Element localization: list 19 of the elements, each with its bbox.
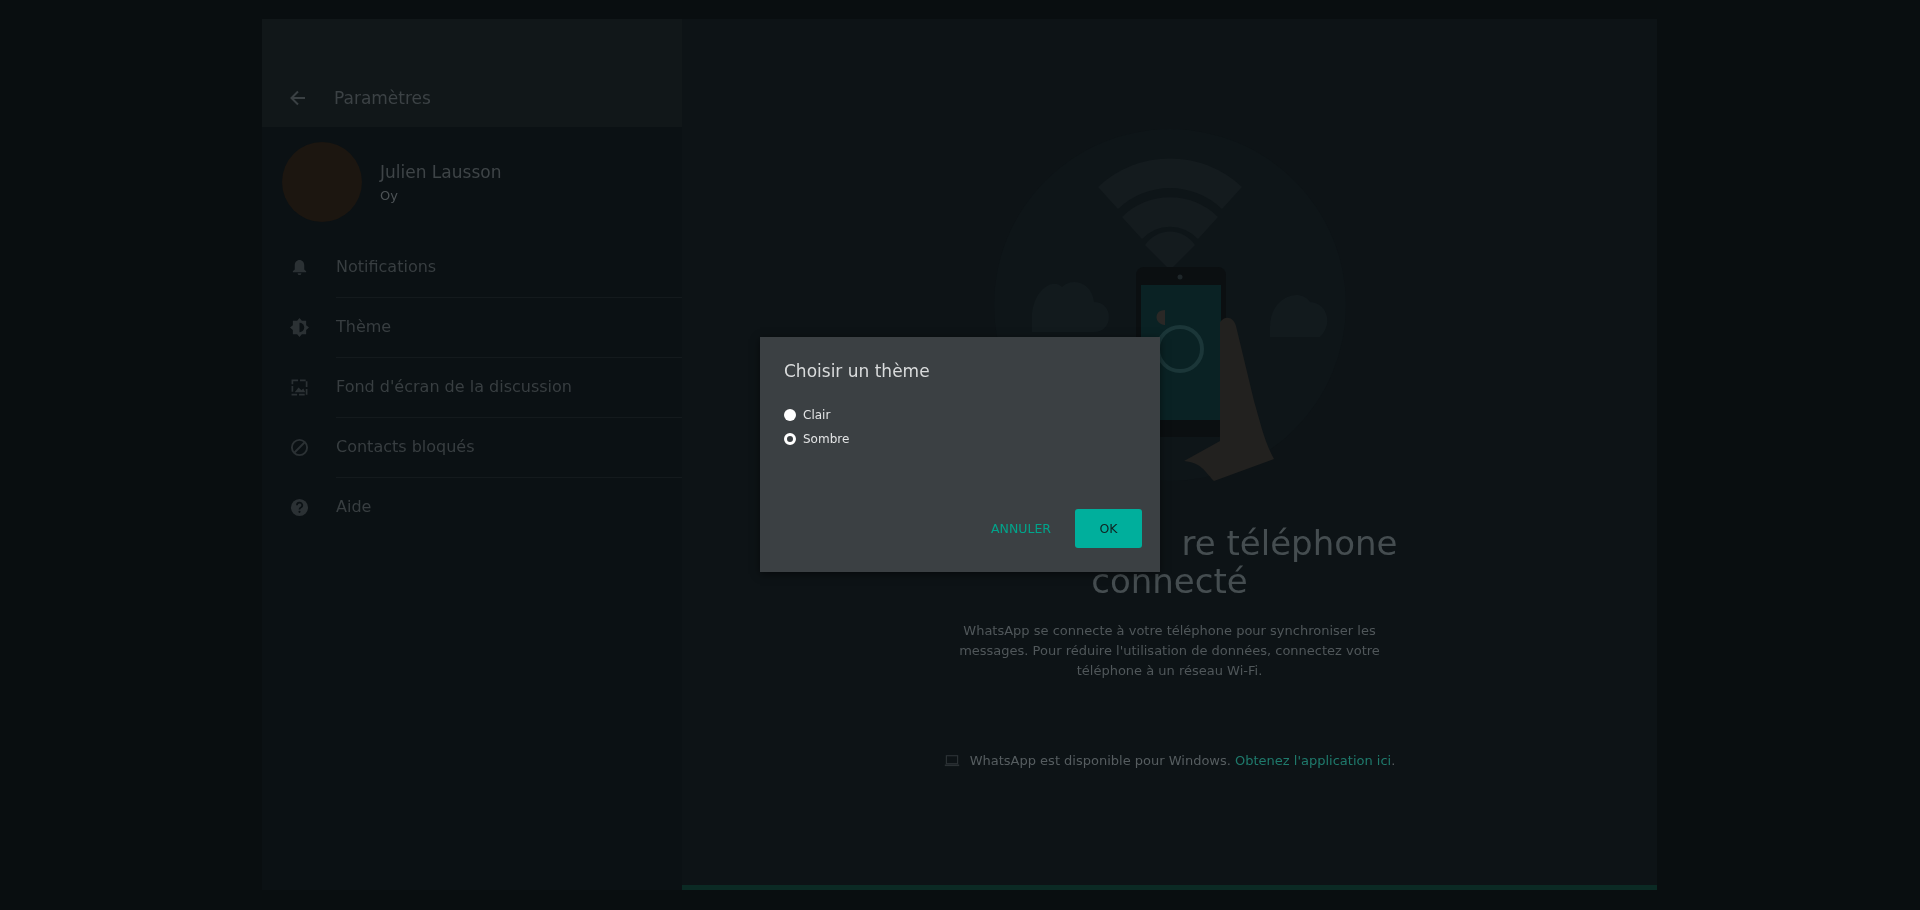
heading-text: connecté	[1091, 563, 1248, 599]
laptop-icon	[943, 754, 960, 767]
theme-icon	[290, 317, 309, 337]
bell-icon	[290, 257, 309, 277]
get-app-link[interactable]: Obtenez l'application ici	[1235, 753, 1392, 768]
cancel-button[interactable]: ANNULER	[991, 511, 1051, 546]
ok-button[interactable]: OK	[1075, 509, 1142, 548]
profile-status: Oy	[380, 187, 399, 203]
wallpaper-icon	[290, 377, 309, 397]
blocked-icon	[290, 437, 309, 457]
help-icon	[290, 497, 309, 517]
windows-app-note: WhatsApp est disponible pour Windows. Obtenez l'application ici.	[969, 753, 1396, 768]
radio-label[interactable]: Clair	[803, 407, 831, 423]
radio-label[interactable]: Sombre	[803, 431, 850, 447]
radio-button[interactable]	[784, 433, 796, 445]
radio-button[interactable]	[784, 409, 796, 421]
description-text: WhatsApp se connecte à votre téléphone pour synchroniser les messages. Pour réduire l'utilisation de données, connectez votre téléphone à un réseau Wi-Fi.	[958, 622, 1381, 680]
heading-text: re téléphone	[1181, 525, 1398, 561]
dialog-title: Choisir un thème	[784, 360, 931, 383]
